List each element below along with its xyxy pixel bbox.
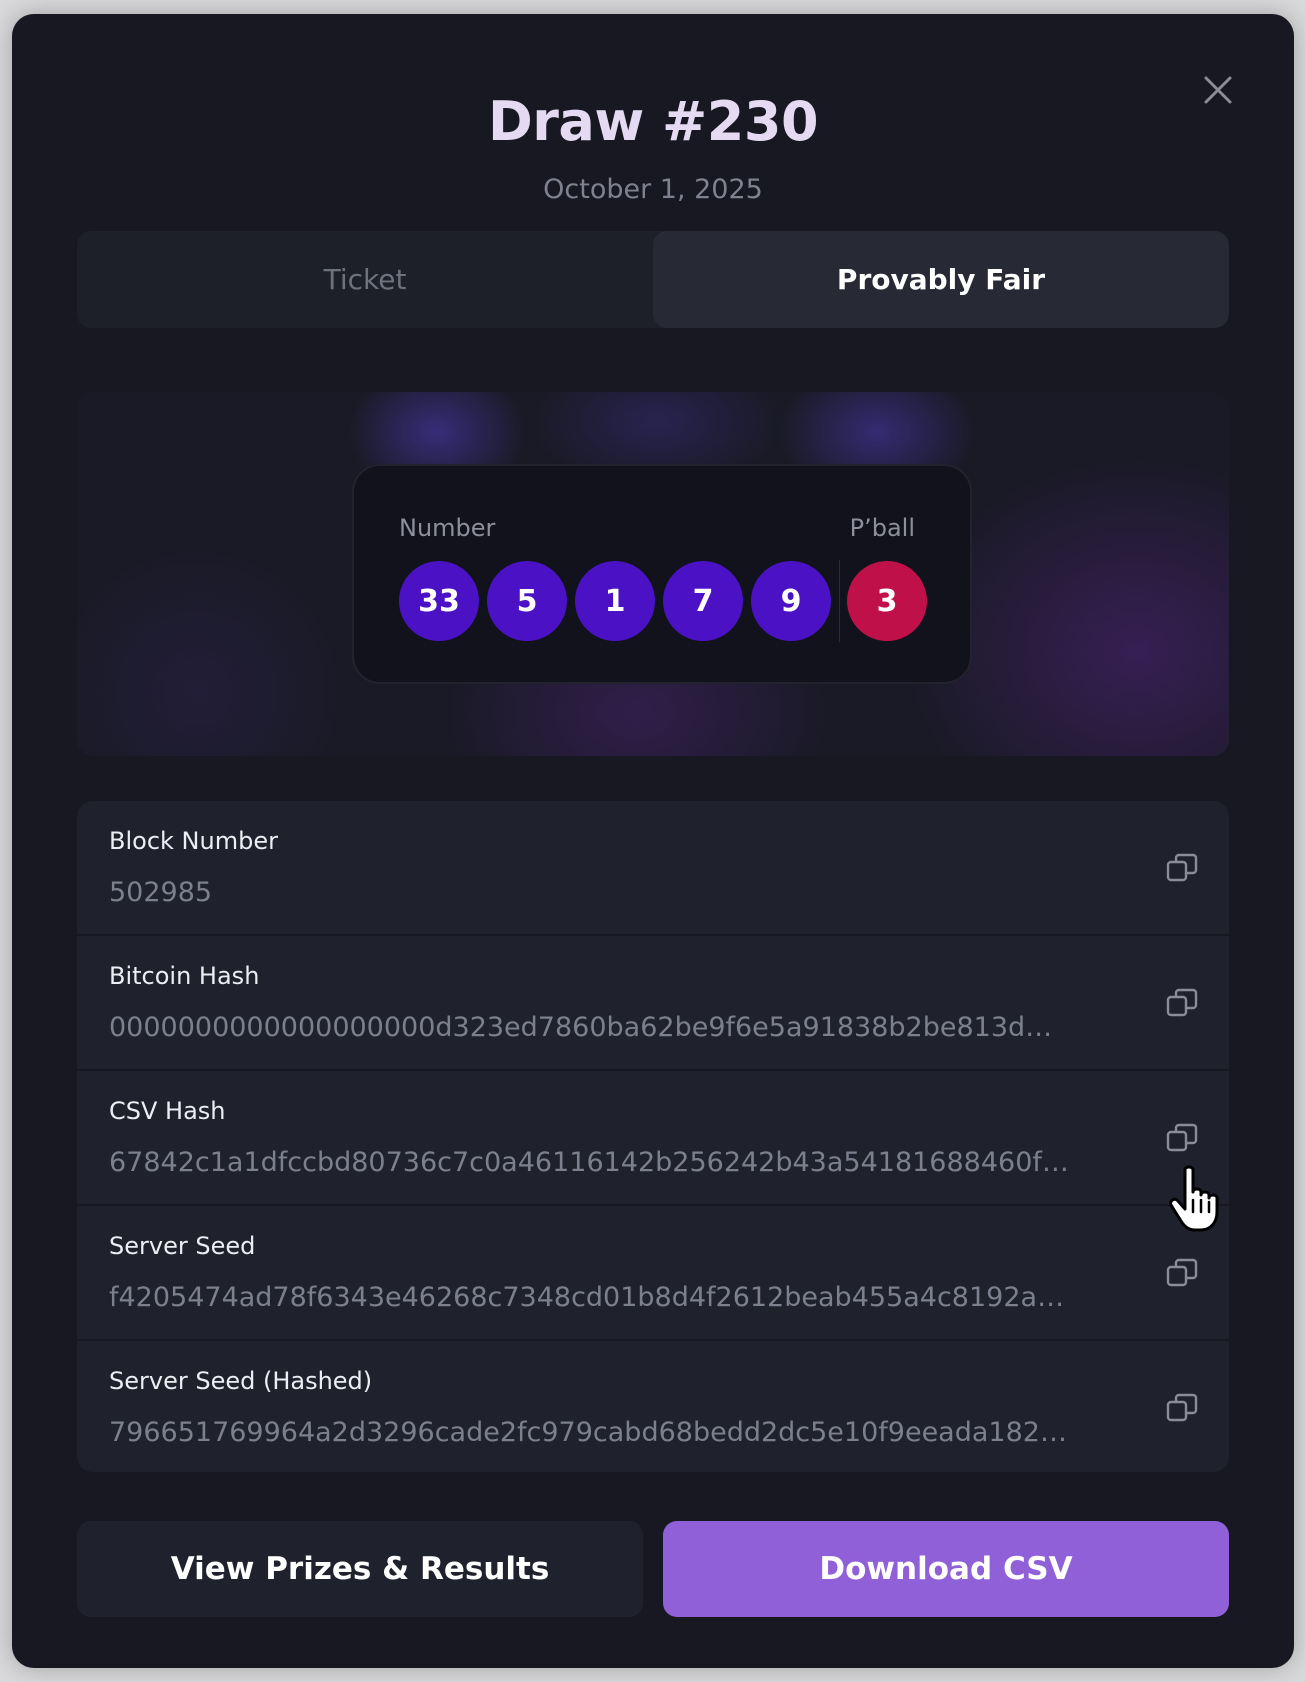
detail-row-bitcoin-hash: Bitcoin Hash 0000000000000000000d323ed78… [77, 936, 1229, 1071]
pball-label: P’ball [849, 514, 915, 542]
copy-icon[interactable] [1165, 1256, 1199, 1290]
copy-icon[interactable] [1165, 1121, 1199, 1155]
number-label: Number [399, 514, 496, 542]
detail-label: Server Seed (Hashed) [109, 1367, 373, 1395]
copy-icon[interactable] [1165, 1391, 1199, 1425]
ticket-card: Number P’ball 33 5 1 7 9 3 [352, 464, 972, 684]
tab-bar: Ticket Provably Fair [77, 231, 1229, 328]
detail-value: 502985 [109, 877, 213, 908]
hand-pointer-icon [1169, 1165, 1219, 1232]
tab-provably-fair[interactable]: Provably Fair [653, 231, 1229, 328]
draw-modal: Draw #230 October 1, 2025 Ticket Provabl… [12, 14, 1294, 1668]
detail-value: 67842c1a1dfccbd80736c7c0a46116142b256242… [109, 1147, 1069, 1178]
number-ball: 5 [487, 561, 567, 641]
copy-icon[interactable] [1165, 851, 1199, 885]
detail-value: 796651769964a2d3296cade2fc979cabd68bedd2… [109, 1417, 1069, 1448]
number-ball: 9 [751, 561, 831, 641]
detail-row-csv-hash: CSV Hash 67842c1a1dfccbd80736c7c0a461161… [77, 1071, 1229, 1206]
detail-row-server-seed: Server Seed f4205474ad78f6343e46268c7348… [77, 1206, 1229, 1341]
detail-row-server-seed-hashed: Server Seed (Hashed) 796651769964a2d3296… [77, 1341, 1229, 1472]
download-csv-button[interactable]: Download CSV [663, 1521, 1229, 1617]
detail-label: CSV Hash [109, 1097, 226, 1125]
powerball: 3 [847, 561, 927, 641]
copy-icon[interactable] [1165, 986, 1199, 1020]
detail-row-block-number: Block Number 502985 [77, 801, 1229, 936]
number-ball: 1 [575, 561, 655, 641]
draw-date: October 1, 2025 [543, 174, 763, 205]
ball-row: 33 5 1 7 9 3 [399, 560, 927, 642]
ball-divider [839, 560, 840, 642]
detail-label: Block Number [109, 827, 278, 855]
detail-label: Server Seed [109, 1232, 256, 1260]
tab-ticket[interactable]: Ticket [77, 231, 653, 328]
detail-label: Bitcoin Hash [109, 962, 260, 990]
modal-title: Draw #230 [487, 90, 819, 153]
detail-value: 0000000000000000000d323ed7860ba62be9f6e5… [109, 1012, 1069, 1043]
ticket-hero: Number P’ball 33 5 1 7 9 3 [77, 392, 1229, 756]
number-ball: 7 [663, 561, 743, 641]
provably-fair-details: Block Number 502985 Bitcoin Hash 0000000… [77, 801, 1229, 1472]
view-prizes-button[interactable]: View Prizes & Results [77, 1521, 643, 1617]
number-ball: 33 [399, 561, 479, 641]
detail-value: f4205474ad78f6343e46268c7348cd01b8d4f261… [109, 1282, 1069, 1313]
